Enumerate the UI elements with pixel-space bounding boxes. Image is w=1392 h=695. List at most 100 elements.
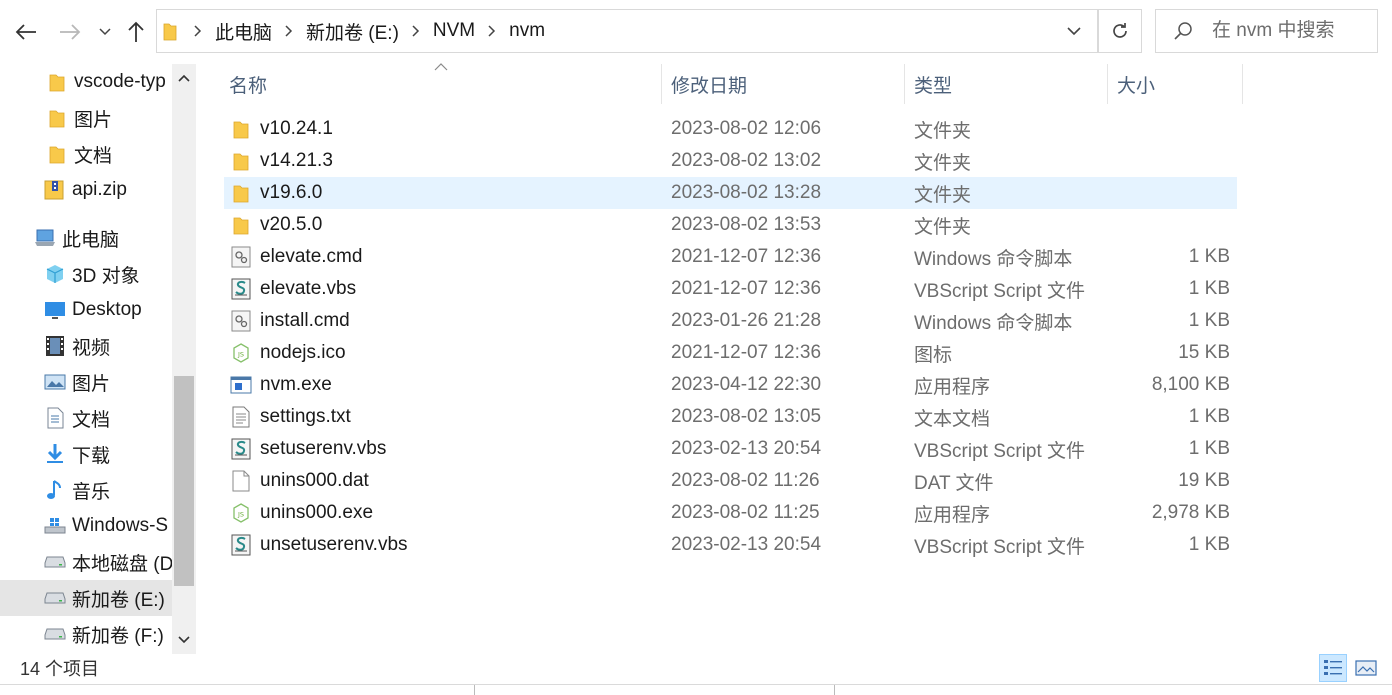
music-icon	[44, 479, 66, 501]
scroll-up-button[interactable]	[172, 64, 196, 92]
search-box[interactable]	[1155, 9, 1378, 53]
file-row[interactable]: v14.21.3 2023-08-02 13:02 文件夹	[224, 145, 1237, 177]
column-header-name[interactable]: 名称	[229, 64, 659, 104]
file-row[interactable]: JS unins000.exe 2023-08-02 11:25 应用程序 2,978 …	[224, 497, 1237, 529]
nav-item-label: 图片	[72, 373, 111, 395]
up-arrow-icon	[128, 21, 144, 42]
nav-item[interactable]: 文档	[0, 400, 172, 436]
file-modified-date: 2023-08-02 13:02	[671, 150, 822, 171]
folder-icon	[46, 107, 68, 129]
file-size	[1117, 113, 1230, 145]
file-size: 1 KB	[1188, 310, 1230, 331]
nav-item[interactable]: vscode-typ	[0, 64, 172, 100]
nav-item-label: vscode-typ	[74, 71, 166, 92]
nav-item[interactable]: 新加卷 (F:)	[0, 616, 172, 652]
column-header-type[interactable]: 类型	[914, 64, 1104, 104]
column-divider[interactable]	[1242, 64, 1243, 104]
breadcrumb-item[interactable]: nvm	[507, 20, 547, 42]
nav-item-label: 视频	[72, 337, 111, 359]
nav-item[interactable]: 新加卷 (E:)	[0, 580, 172, 616]
scrollbar-thumb[interactable]	[174, 376, 194, 586]
file-name: unins000.dat	[260, 470, 369, 491]
this-pc-icon	[34, 227, 56, 249]
file-name: setuserenv.vbs	[260, 438, 387, 459]
file-row[interactable]: settings.txt 2023-08-02 13:05 文本文档 1 KB	[224, 401, 1237, 433]
address-bar[interactable]: 此电脑 新加卷 (E:) NVM nvm	[156, 9, 1098, 53]
nav-item[interactable]: 3D 对象	[0, 256, 172, 292]
nav-item[interactable]: 此电脑	[0, 220, 172, 256]
folder-icon	[230, 214, 252, 236]
column-divider[interactable]	[1107, 64, 1108, 104]
nav-item[interactable]: Desktop	[0, 292, 172, 328]
column-divider[interactable]	[904, 64, 905, 104]
file-size: 8,100 KB	[1151, 374, 1230, 395]
file-type: Windows 命令脚本	[914, 248, 1073, 270]
navigation-pane-scrollbar[interactable]	[172, 64, 196, 654]
column-header-date[interactable]: 修改日期	[671, 64, 901, 104]
search-icon	[1156, 10, 1210, 52]
file-type: 应用程序	[914, 504, 991, 526]
file-row[interactable]: v19.6.0 2023-08-02 13:28 文件夹	[224, 177, 1237, 209]
file-row[interactable]: install.cmd 2023-01-26 21:28 Windows 命令脚本 1…	[224, 305, 1237, 337]
refresh-button[interactable]	[1098, 9, 1142, 53]
chevron-right-icon[interactable]	[274, 10, 304, 52]
drive-icon	[44, 551, 66, 573]
column-header-size[interactable]: 大小	[1117, 64, 1237, 104]
breadcrumb-item[interactable]: 此电脑	[213, 18, 274, 45]
video-icon	[44, 335, 66, 357]
exe-icon	[230, 374, 252, 396]
recent-locations-button[interactable]	[92, 18, 118, 46]
taskbar-divider	[474, 685, 475, 695]
chevron-up-icon	[178, 74, 190, 82]
file-modified-date: 2023-08-02 11:26	[671, 470, 820, 491]
file-name: elevate.vbs	[260, 278, 357, 299]
nav-item[interactable]: 图片	[0, 364, 172, 400]
chevron-right-icon[interactable]	[401, 10, 431, 52]
large-icons-view-button[interactable]	[1352, 654, 1380, 682]
file-modified-date: 2021-12-07 12:36	[671, 342, 822, 363]
file-row[interactable]: nvm.exe 2023-04-12 22:30 应用程序 8,100 KB	[224, 369, 1237, 401]
nav-item[interactable]: 图片	[0, 100, 172, 136]
file-row[interactable]: unins000.dat 2023-08-02 11:26 DAT 文件 19 KB	[224, 465, 1237, 497]
breadcrumb-item[interactable]: 新加卷 (E:)	[304, 18, 401, 45]
file-row[interactable]: elevate.cmd 2021-12-07 12:36 Windows 命令脚本 1…	[224, 241, 1237, 273]
nav-item-label: Desktop	[72, 299, 142, 320]
file-row[interactable]: elevate.vbs 2021-12-07 12:36 VBScript Scri…	[224, 273, 1237, 305]
nav-item-label: 新加卷 (E:)	[72, 589, 165, 611]
file-name: nodejs.ico	[260, 342, 346, 363]
file-type: VBScript Script 文件	[914, 440, 1086, 462]
file-row[interactable]: v10.24.1 2023-08-02 12:06 文件夹	[224, 113, 1237, 145]
chevron-right-icon[interactable]	[477, 10, 507, 52]
nav-item[interactable]: Windows-S	[0, 508, 172, 544]
file-row[interactable]: setuserenv.vbs 2023-02-13 20:54 VBScript S…	[224, 433, 1237, 465]
nav-item[interactable]: 文档	[0, 136, 172, 172]
address-history-button[interactable]	[1060, 10, 1088, 52]
forward-button[interactable]	[56, 18, 84, 46]
file-size	[1117, 209, 1230, 241]
breadcrumb-item[interactable]: NVM	[431, 20, 477, 42]
details-view-button[interactable]	[1319, 654, 1347, 682]
chevron-right-icon[interactable]	[183, 10, 213, 52]
file-type: Windows 命令脚本	[914, 312, 1073, 334]
nav-item[interactable]: api.zip	[0, 172, 172, 208]
search-input[interactable]	[1210, 19, 1374, 43]
file-size: 1 KB	[1188, 246, 1230, 267]
file-row[interactable]: JS nodejs.ico 2021-12-07 12:36 图标 15 KB	[224, 337, 1237, 369]
up-button[interactable]	[122, 18, 150, 46]
back-button[interactable]	[12, 18, 40, 46]
file-modified-date: 2023-02-13 20:54	[671, 438, 822, 459]
nav-item[interactable]: 视频	[0, 328, 172, 364]
file-row[interactable]: unsetuserenv.vbs 2023-02-13 20:54 VBScript…	[224, 529, 1237, 561]
file-size: 2,978 KB	[1151, 502, 1230, 523]
nav-item[interactable]: 下载	[0, 436, 172, 472]
file-type: 图标	[914, 344, 953, 366]
scroll-down-button[interactable]	[172, 626, 196, 654]
file-type: DAT 文件	[914, 472, 994, 494]
nav-item[interactable]: 音乐	[0, 472, 172, 508]
folder-icon	[46, 71, 68, 93]
column-divider[interactable]	[661, 64, 662, 104]
nav-item[interactable]: 本地磁盘 (D	[0, 544, 172, 580]
file-row[interactable]: v20.5.0 2023-08-02 13:53 文件夹	[224, 209, 1237, 241]
file-modified-date: 2021-12-07 12:36	[671, 278, 822, 299]
chevron-down-icon	[1067, 26, 1081, 35]
